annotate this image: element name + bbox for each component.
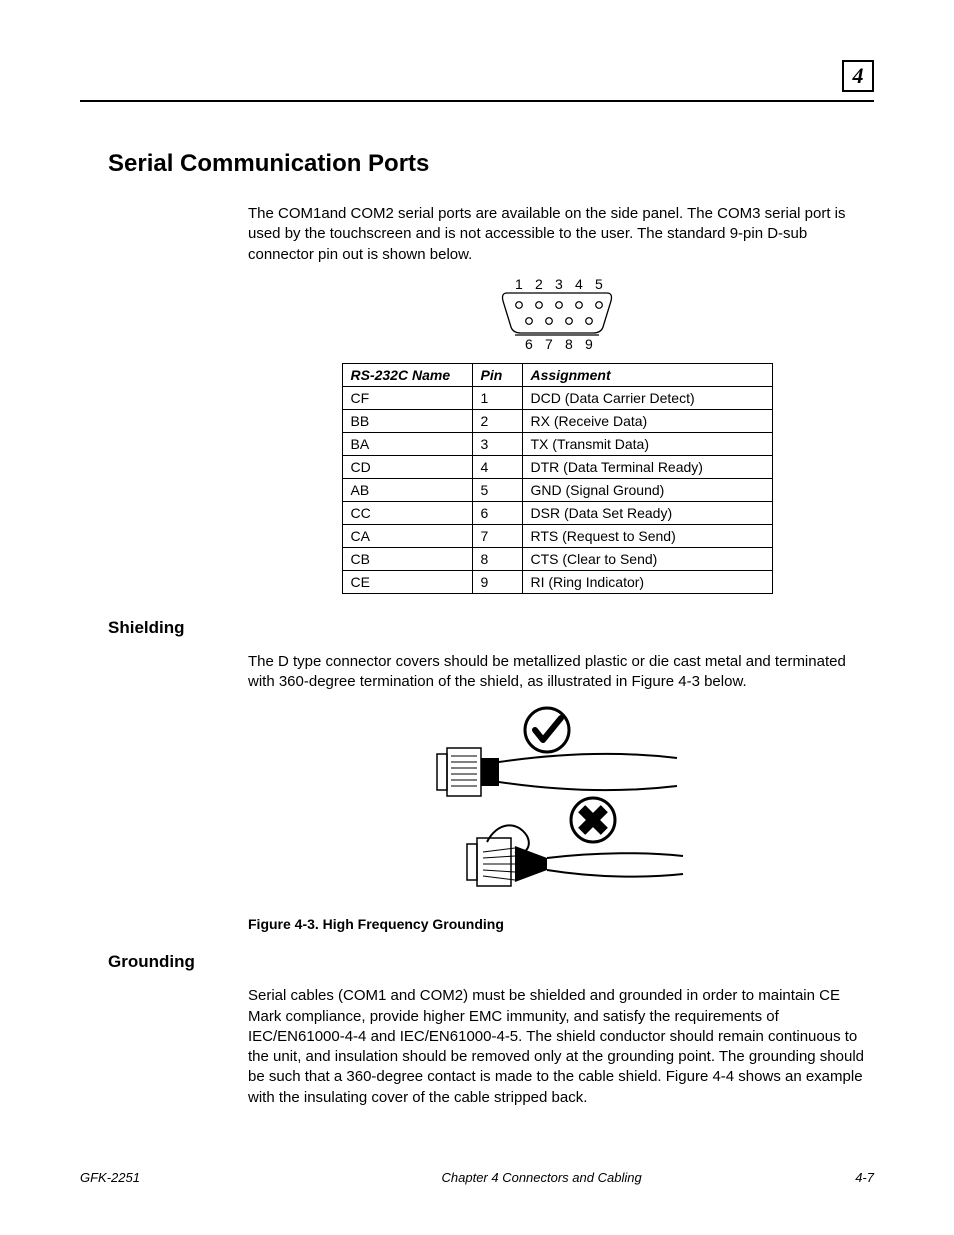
pin-table-body: CF1DCD (Data Carrier Detect)BB2RX (Recei… — [342, 386, 772, 593]
table-row: CA7RTS (Request to Send) — [342, 524, 772, 547]
table-row: CF1DCD (Data Carrier Detect) — [342, 386, 772, 409]
table-row: CD4DTR (Data Terminal Ready) — [342, 455, 772, 478]
th-pin: Pin — [472, 363, 522, 386]
pin-label-4: 4 — [575, 276, 583, 292]
shielding-body: The D type connector covers should be me… — [248, 652, 866, 933]
pin-label-8: 8 — [565, 336, 573, 352]
cell-pin: 9 — [472, 570, 522, 593]
cell-name: AB — [342, 478, 472, 501]
table-row: BB2RX (Receive Data) — [342, 409, 772, 432]
top-rule — [80, 100, 874, 102]
pin-assignment-table: RS-232C Name Pin Assignment CF1DCD (Data… — [342, 363, 773, 594]
cell-assign: DSR (Data Set Ready) — [522, 501, 772, 524]
cell-name: CC — [342, 501, 472, 524]
cell-assign: RTS (Request to Send) — [522, 524, 772, 547]
footer-chapter: Chapter 4 Connectors and Cabling — [442, 1170, 642, 1185]
cell-name: CE — [342, 570, 472, 593]
pin-label-5: 5 — [595, 276, 603, 292]
table-row: BA3TX (Transmit Data) — [342, 432, 772, 455]
table-header-row: RS-232C Name Pin Assignment — [342, 363, 772, 386]
cell-assign: DCD (Data Carrier Detect) — [522, 386, 772, 409]
shielding-heading: Shielding — [108, 618, 874, 638]
table-row: CE9RI (Ring Indicator) — [342, 570, 772, 593]
cell-pin: 3 — [472, 432, 522, 455]
cell-name: BB — [342, 409, 472, 432]
grounding-figure — [427, 702, 687, 902]
cell-pin: 5 — [472, 478, 522, 501]
cell-assign: GND (Signal Ground) — [522, 478, 772, 501]
pin-label-3: 3 — [555, 276, 563, 292]
cell-assign: DTR (Data Terminal Ready) — [522, 455, 772, 478]
intro-paragraph: The COM1and COM2 serial ports are availa… — [248, 204, 866, 265]
footer-doc: GFK-2251 — [80, 1170, 140, 1185]
cell-name: CA — [342, 524, 472, 547]
cell-name: CB — [342, 547, 472, 570]
page-marker: 4 — [853, 63, 864, 89]
th-assign: Assignment — [522, 363, 772, 386]
grounding-para: Serial cables (COM1 and COM2) must be sh… — [248, 986, 866, 1108]
grounding-body: Serial cables (COM1 and COM2) must be sh… — [248, 986, 866, 1108]
cell-assign: RI (Ring Indicator) — [522, 570, 772, 593]
table-row: CC6DSR (Data Set Ready) — [342, 501, 772, 524]
pin-label-1: 1 — [515, 276, 523, 292]
section-body: The COM1and COM2 serial ports are availa… — [248, 204, 866, 594]
cell-assign: CTS (Clear to Send) — [522, 547, 772, 570]
cell-pin: 2 — [472, 409, 522, 432]
pin-label-7: 7 — [545, 336, 553, 352]
cell-pin: 4 — [472, 455, 522, 478]
page-footer: GFK-2251 Chapter 4 Connectors and Cablin… — [80, 1170, 874, 1185]
table-row: CB8CTS (Clear to Send) — [342, 547, 772, 570]
grounding-heading: Grounding — [108, 952, 874, 972]
cell-pin: 1 — [472, 386, 522, 409]
page-marker-box: 4 — [842, 60, 874, 92]
footer-page: 4-7 — [855, 1170, 874, 1185]
cell-pin: 6 — [472, 501, 522, 524]
section-title: Serial Communication Ports — [108, 150, 874, 178]
cell-name: BA — [342, 432, 472, 455]
pin-label-6: 6 — [525, 336, 533, 352]
cell-assign: TX (Transmit Data) — [522, 432, 772, 455]
pin-label-9: 9 — [585, 336, 593, 352]
table-row: AB5GND (Signal Ground) — [342, 478, 772, 501]
shielding-para: The D type connector covers should be me… — [248, 652, 866, 693]
figure-caption: Figure 4-3. High Frequency Grounding — [248, 916, 866, 932]
cell-name: CD — [342, 455, 472, 478]
cell-pin: 8 — [472, 547, 522, 570]
pin-label-2: 2 — [535, 276, 543, 292]
cell-pin: 7 — [472, 524, 522, 547]
th-name: RS-232C Name — [342, 363, 472, 386]
dsub-connector-diagram: 1 2 3 4 5 6 7 8 9 — [497, 275, 617, 353]
cell-assign: RX (Receive Data) — [522, 409, 772, 432]
cell-name: CF — [342, 386, 472, 409]
